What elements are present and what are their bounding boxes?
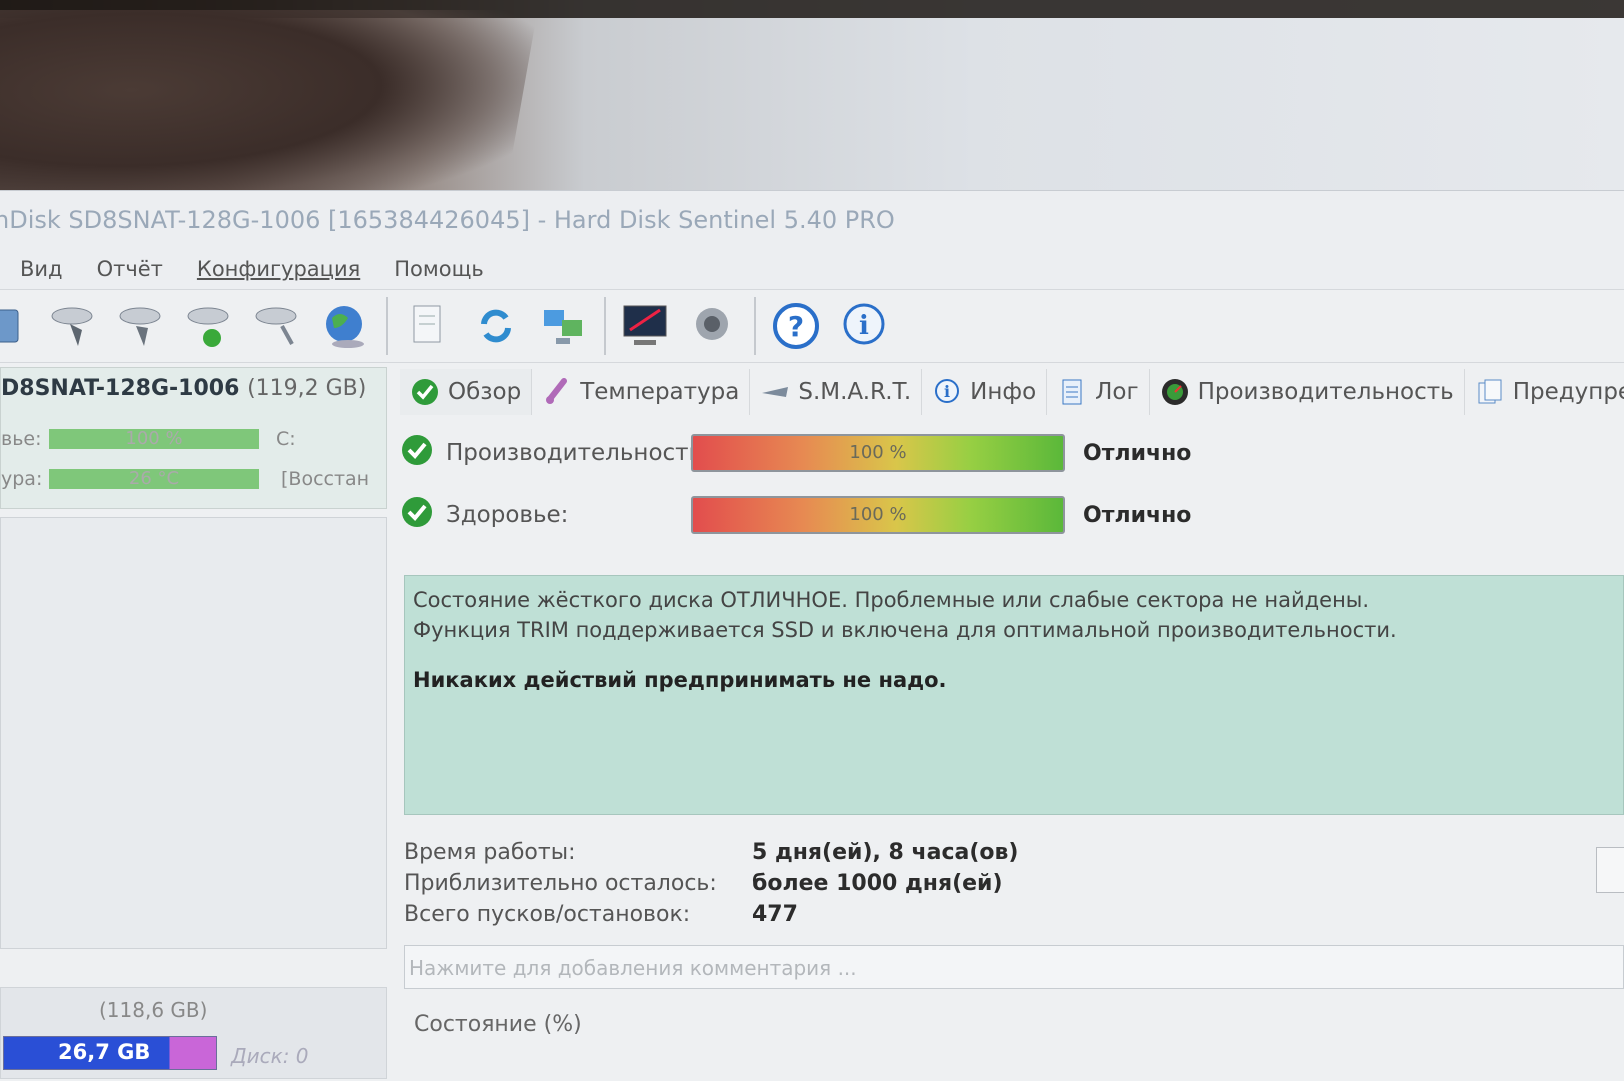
info-icon[interactable]: i (838, 300, 890, 352)
partition-usage-bar: 26,7 GB (3, 1036, 217, 1070)
disk-temp-row: ура: 26 °C [Восстан (1, 468, 369, 490)
disk-temp-bar: 26 °C (49, 469, 259, 489)
menu-report[interactable]: Отчёт (97, 257, 163, 281)
disk-size: (119,2 GB) (247, 376, 367, 401)
menu-view[interactable]: Вид (20, 257, 63, 281)
toolbar-separator (754, 297, 756, 355)
svg-text:?: ? (788, 310, 804, 343)
check-icon (410, 377, 440, 407)
stat-remaining-value: более 1000 дня(ей) (752, 871, 1003, 896)
stat-uptime-label: Время работы: (404, 840, 576, 865)
stat-starts-value: 477 (752, 902, 798, 927)
disk-health-bar: 100 % (49, 429, 259, 449)
smart-icon (760, 377, 790, 407)
app-window: nDisk SD8SNAT-128G-1006 [165384426045] -… (0, 190, 1624, 1081)
gauge-icon (1160, 377, 1190, 407)
stat-row: Приблизительно осталось: более 1000 дня(… (404, 868, 1018, 899)
disk-test-icon[interactable] (48, 300, 100, 352)
toolbar: ? i (0, 290, 1624, 363)
status-message-line2: Функция TRIM поддерживается SSD и включе… (413, 618, 1397, 642)
check-icon (400, 495, 434, 535)
status-section-title: Состояние (%) (414, 1012, 582, 1037)
disk-card[interactable]: D8SNAT-128G-1006 (119,2 GB) вье: 100 % C… (0, 367, 387, 509)
monitor-icon[interactable] (620, 300, 672, 352)
tab-info[interactable]: i Инфо (922, 369, 1048, 415)
performance-label: Производительность (446, 440, 703, 466)
stat-uptime-value: 5 дня(ей), 8 часа(ов) (752, 840, 1019, 865)
disk-health-row: вье: 100 % C: (1, 428, 296, 450)
wallpaper-rock (0, 10, 538, 205)
comment-input[interactable]: Нажмите для добавления комментария ... (404, 945, 1624, 989)
info-icon: i (932, 377, 962, 407)
stat-row: Всего пусков/остановок: 477 (404, 899, 1018, 930)
refresh-icon[interactable] (470, 300, 522, 352)
disk-name: D8SNAT-128G-1006 (119,2 GB) (1, 376, 367, 401)
log-icon (1057, 377, 1087, 407)
status-message-box: Состояние жёсткого диска ОТЛИЧНОЕ. Пробл… (404, 575, 1624, 815)
menu-bar: Вид Отчёт Конфигурация Помощь (0, 249, 1624, 290)
status-action: Никаких действий предпринимать не надо. (413, 668, 947, 692)
status-message-line1: Состояние жёсткого диска ОТЛИЧНОЕ. Пробл… (413, 588, 1370, 612)
stat-row: Время работы: 5 дня(ей), 8 часа(ов) (404, 837, 1018, 868)
partition-used: 26,7 GB (58, 1040, 151, 1064)
disk-stats: Время работы: 5 дня(ей), 8 часа(ов) Приб… (404, 837, 1018, 930)
disk-ok-icon[interactable] (184, 300, 236, 352)
speaker-icon[interactable] (688, 300, 740, 352)
help-icon[interactable]: ? (770, 300, 822, 352)
performance-row: Производительность 100 % Отлично (400, 433, 1191, 473)
globe-icon[interactable] (320, 300, 372, 352)
health-gauge: 100 % (691, 496, 1065, 534)
performance-verdict: Отлично (1083, 440, 1192, 466)
disk-restore-text: [Восстан (281, 468, 370, 490)
tab-warnings[interactable]: Предупре (1465, 369, 1624, 415)
tab-smart[interactable]: S.M.A.R.T. (750, 369, 923, 415)
tab-log[interactable]: Лог (1047, 369, 1150, 415)
tab-performance[interactable]: Производительность (1150, 369, 1465, 415)
menu-configuration[interactable]: Конфигурация (197, 257, 360, 281)
health-label: Здоровье: (446, 502, 569, 528)
toolbar-separator (604, 297, 606, 355)
network-icon[interactable] (538, 300, 590, 352)
toolbar-separator (386, 297, 388, 355)
window-title: nDisk SD8SNAT-128G-1006 [165384426045] -… (0, 206, 895, 234)
sidebar-empty-panel (0, 517, 387, 949)
disk-surface-icon[interactable] (116, 300, 168, 352)
tab-bar: Обзор Температура S.M.A.R.T. i Инфо Лог … (400, 367, 1624, 417)
stat-remaining-label: Приблизительно осталось: (404, 871, 717, 896)
partition-size: (118,6 GB) (99, 998, 208, 1022)
tab-temperature[interactable]: Температура (532, 369, 751, 415)
document-icon[interactable] (402, 300, 454, 352)
desktop-wallpaper (0, 0, 1624, 205)
performance-gauge: 100 % (691, 434, 1065, 472)
health-row: Здоровье: 100 % Отлично (400, 495, 1191, 535)
main-panel: Обзор Температура S.M.A.R.T. i Инфо Лог … (400, 367, 1624, 1081)
side-button[interactable] (1596, 847, 1624, 893)
title-bar[interactable]: nDisk SD8SNAT-128G-1006 [165384426045] -… (0, 191, 1624, 249)
partition-box[interactable]: (118,6 GB) 26,7 GB Диск: 0 (0, 987, 387, 1079)
disk-tools-icon[interactable] (252, 300, 304, 352)
disk-health-label: вье: (1, 428, 42, 450)
disk-icon[interactable] (0, 300, 32, 352)
partition-disk-label: Диск: 0 (231, 1044, 309, 1068)
stat-starts-label: Всего пусков/остановок: (404, 902, 691, 927)
warning-doc-icon (1475, 377, 1505, 407)
tab-overview[interactable]: Обзор (400, 369, 533, 415)
svg-text:i: i (859, 311, 869, 341)
health-verdict: Отлично (1083, 502, 1192, 528)
svg-text:i: i (944, 382, 950, 401)
check-icon (400, 433, 434, 473)
disk-sidebar: D8SNAT-128G-1006 (119,2 GB) вье: 100 % C… (0, 367, 387, 1081)
disk-temp-label: ура: (1, 468, 43, 490)
thermometer-icon (542, 377, 572, 407)
menu-help[interactable]: Помощь (394, 257, 484, 281)
disk-drive-letter: C: (276, 428, 296, 450)
